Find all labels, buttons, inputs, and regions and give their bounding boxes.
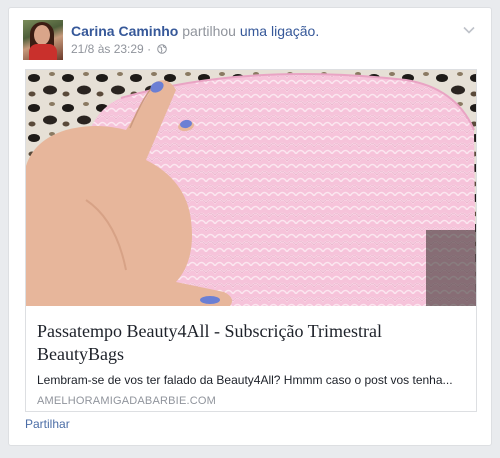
avatar-body bbox=[29, 44, 57, 60]
link-domain: AMELHORAMIGADABARBIE.COM bbox=[37, 395, 216, 407]
story-headline: Carina Caminho partilhou uma ligação. bbox=[71, 22, 319, 40]
link-attachment[interactable]: Passatempo Beauty4All - Subscrição Trime… bbox=[25, 69, 477, 412]
shared-link-word[interactable]: uma ligação. bbox=[240, 23, 319, 39]
share-label[interactable]: Partilhar bbox=[25, 417, 70, 431]
chevron-down-icon[interactable] bbox=[461, 22, 477, 38]
story-meta: 21/8 às 23:29 · bbox=[71, 42, 168, 57]
link-preview-body[interactable]: Passatempo Beauty4All - Subscrição Trime… bbox=[26, 306, 476, 411]
avatar[interactable] bbox=[23, 20, 63, 60]
feed-story-card: Carina Caminho partilhou uma ligação. 21… bbox=[8, 7, 492, 446]
story-header: Carina Caminho partilhou uma ligação. 21… bbox=[23, 20, 479, 60]
attachment-image[interactable] bbox=[26, 70, 476, 306]
share-button[interactable]: Partilhar bbox=[25, 416, 70, 432]
action-verb: partilhou bbox=[182, 23, 236, 39]
cosmetic-bag-photo bbox=[26, 70, 476, 306]
timestamp-link[interactable]: 21/8 às 23:29 bbox=[71, 42, 144, 56]
link-description: Lembram-se de vos ter falado da Beauty4A… bbox=[37, 373, 453, 387]
meta-separator: · bbox=[147, 42, 152, 56]
globe-icon[interactable] bbox=[157, 44, 168, 54]
author-name-link[interactable]: Carina Caminho bbox=[71, 23, 178, 39]
link-title[interactable]: Passatempo Beauty4All - Subscrição Trime… bbox=[37, 320, 464, 366]
avatar-face bbox=[34, 25, 50, 45]
